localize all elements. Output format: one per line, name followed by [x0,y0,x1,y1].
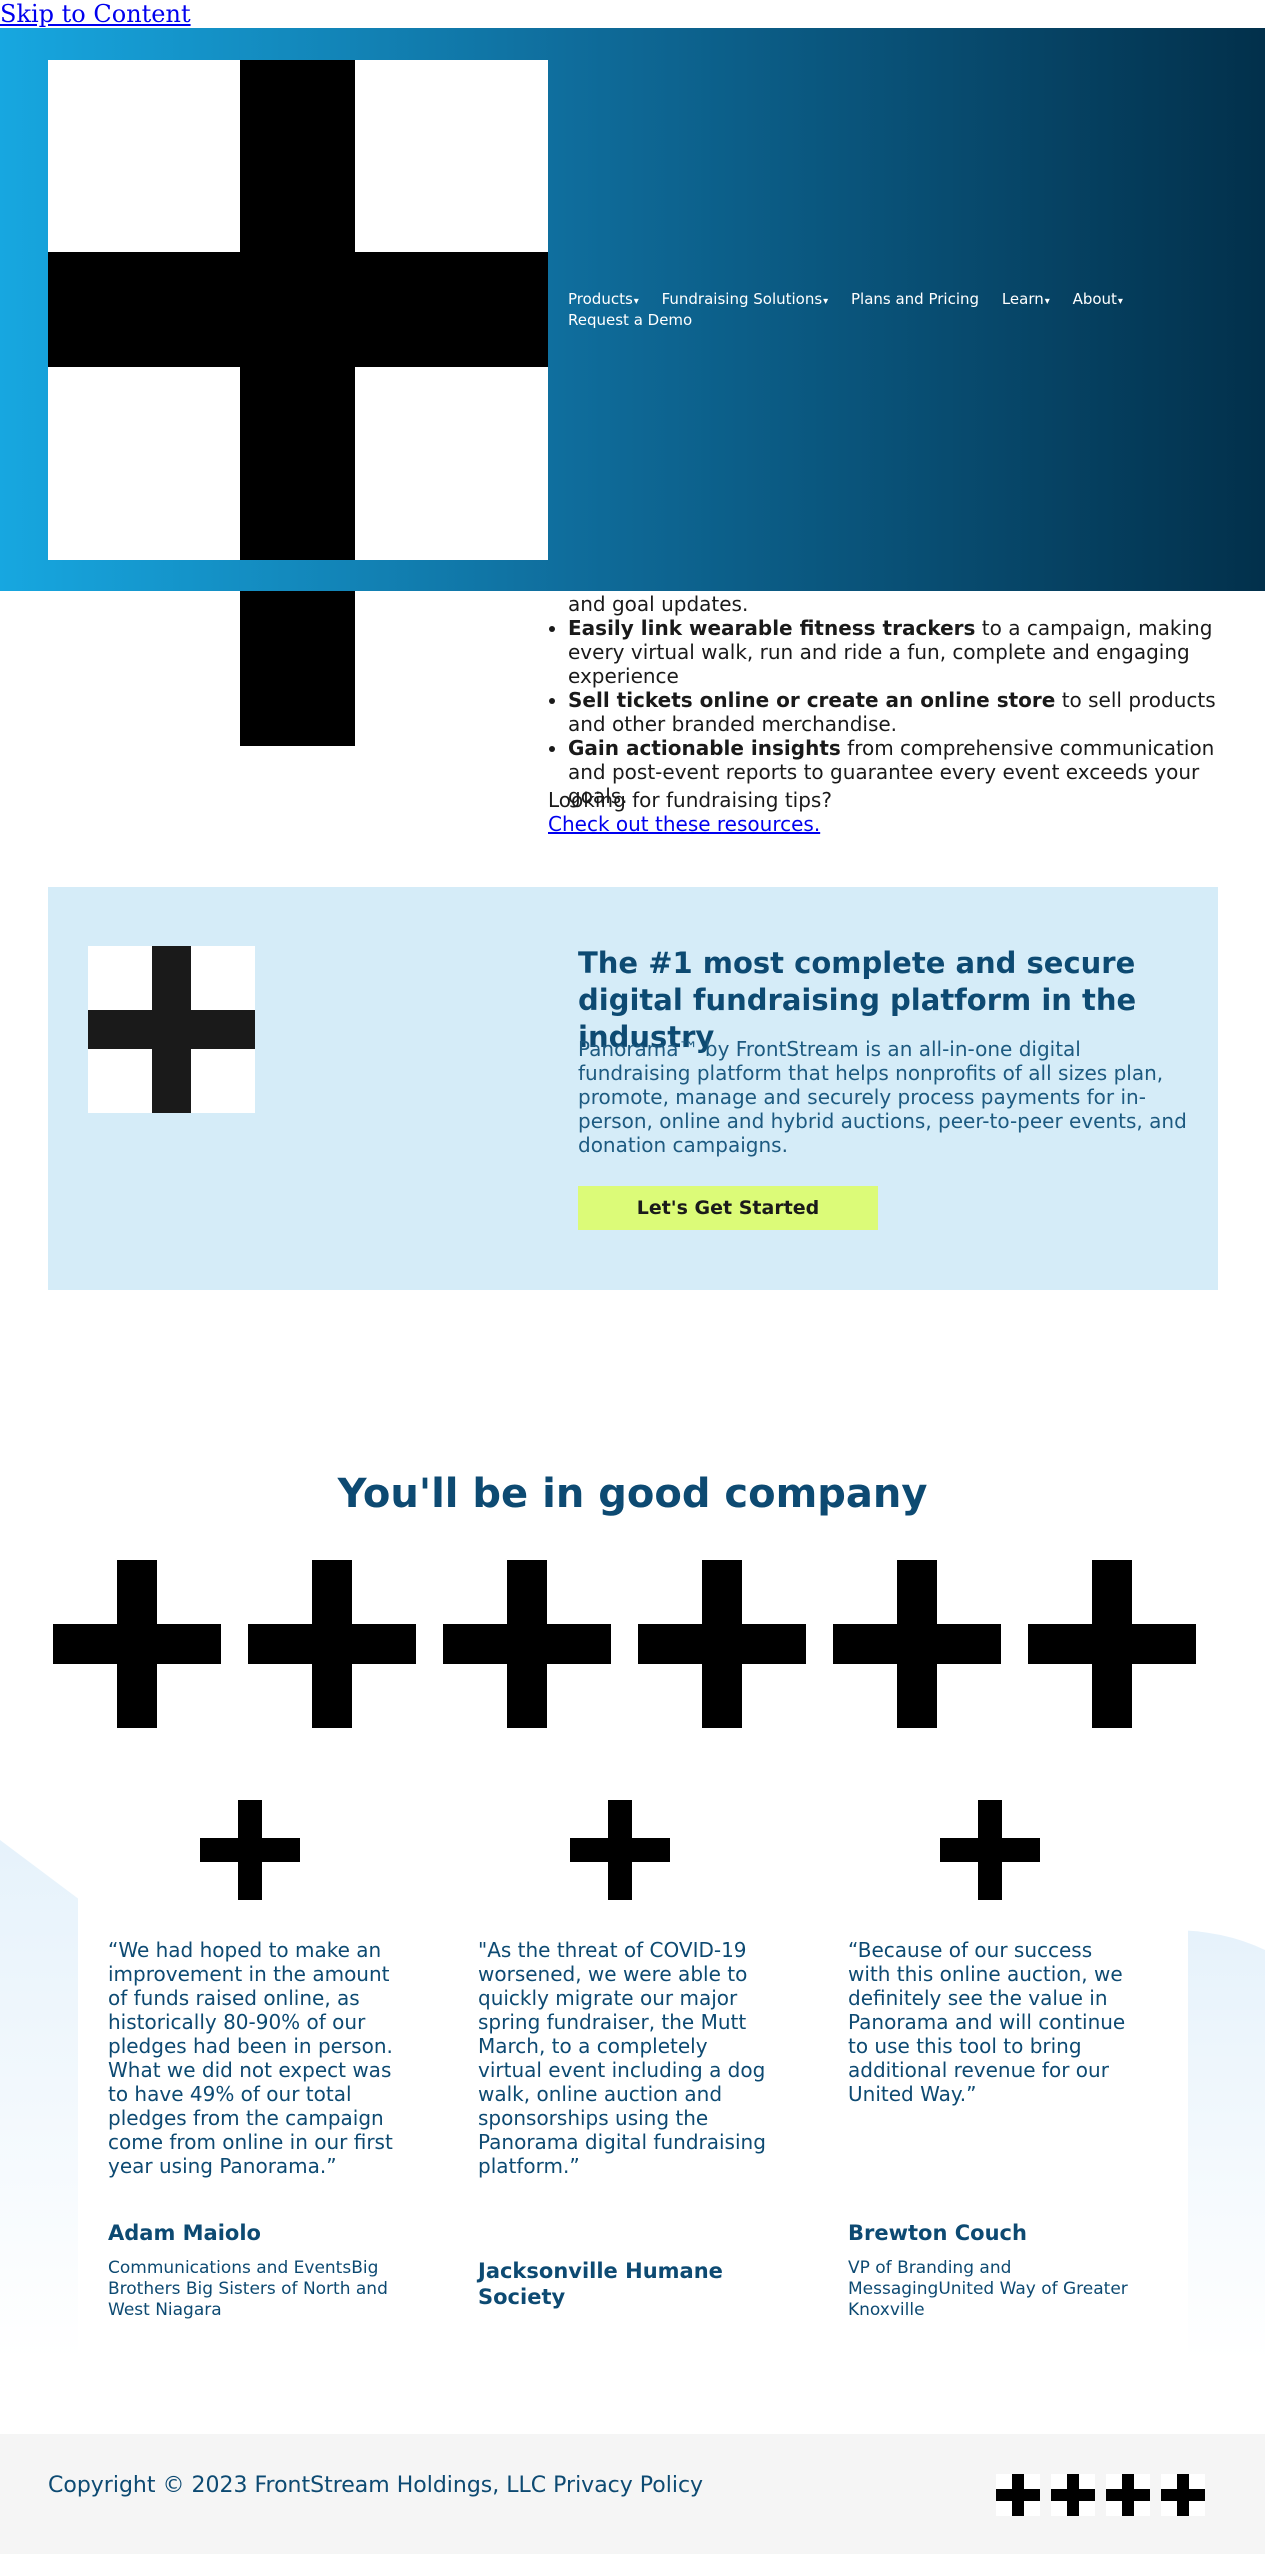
nav-item-about[interactable]: About▾ [1073,290,1123,311]
feature-bold: Sell tickets online or create an online … [568,688,1056,712]
resources-link[interactable]: Check out these resources. [548,812,832,836]
feature-item: Easily link wearable fitness trackers to… [568,616,1228,688]
nav-item-label: Learn [1001,290,1044,308]
site-footer: Copyright © 2023 FrontStream Holdings, L… [0,2434,1265,2554]
social-icon[interactable] [1161,2474,1205,2516]
good-company-title: You'll be in good company [337,1471,928,1517]
chevron-down-icon: ▾ [633,296,639,307]
feature-partial-line: and goal updates. [568,592,749,616]
header-logo-image[interactable] [48,60,548,560]
testimonial-quote: “Because of our success with this online… [848,1938,1126,2106]
testimonial-image [570,1800,670,1900]
nav-item-label: Plans and Pricing [850,290,980,308]
testimonial-card: “Because of our success with this online… [818,1772,1188,2362]
tips-block: Looking for fundraising tips? Check out … [548,788,832,836]
site-header: Products▾ Fundraising Solutions▾ Plans a… [0,28,1265,591]
testimonial-role: Communications and EventsBig Brothers Bi… [108,2258,388,2320]
client-logo [833,1560,1001,1728]
testimonial-name: Brewton Couch [848,2221,1027,2245]
main-nav: Products▾ Fundraising Solutions▾ Plans a… [568,290,1208,330]
client-logo [248,1560,416,1728]
client-logo [53,1560,221,1728]
testimonial-role: VP of Branding and MessagingUnited Way o… [848,2258,1128,2320]
nav-item-label: About [1072,290,1117,308]
client-logo [638,1560,806,1728]
skip-to-content-link[interactable]: Skip to Content [0,0,191,28]
get-started-button[interactable]: Let's Get Started [578,1186,878,1230]
privacy-policy-link[interactable]: Privacy Policy [553,2473,703,2498]
testimonial-image [200,1800,300,1900]
testimonial-card: “We had hoped to make an improvement in … [78,1772,448,2362]
testimonial-card: "As the threat of COVID-19 worsened, we … [448,1772,818,2362]
feature-list: and goal updates. Easily link wearable f… [548,592,1228,808]
nav-item-learn[interactable]: Learn▾ [1002,290,1050,311]
chevron-down-icon: ▾ [823,296,829,307]
copyright-text: Copyright © 2023 FrontStream Holdings, L… [48,2473,547,2498]
feature-bold: Easily link wearable fitness trackers [568,616,976,640]
nav-item-products[interactable]: Products▾ [568,290,639,311]
social-icon[interactable] [1106,2474,1150,2516]
client-logo [1028,1560,1196,1728]
testimonial-quote: “We had hoped to make an improvement in … [108,1938,393,2178]
feature-item: Sell tickets online or create an online … [568,688,1228,736]
testimonial-quote: "As the threat of COVID-19 worsened, we … [478,1938,766,2178]
testimonial-name: Adam Maiolo [108,2221,261,2245]
tips-text: Looking for fundraising tips? [548,788,832,812]
nav-item-label: Products [568,290,633,308]
feature-bold: Gain actionable insights [568,736,841,760]
nav-item-fundraising-solutions[interactable]: Fundraising Solutions▾ [662,290,829,311]
footer-copyright: Copyright © 2023 FrontStream Holdings, L… [48,2472,703,2500]
nav-item-request-a-demo[interactable]: Request a Demo [568,311,692,330]
nav-item-label: Fundraising Solutions [661,290,823,308]
social-icon[interactable] [1051,2474,1095,2516]
client-logo [443,1560,611,1728]
social-icon[interactable] [996,2474,1040,2516]
chevron-down-icon: ▾ [1044,296,1050,307]
cta-description: Panorama™ by FrontStream is an all-in-on… [578,1037,1187,1157]
chevron-down-icon: ▾ [1117,296,1123,307]
nav-item-plans-and-pricing[interactable]: Plans and Pricing [851,290,979,309]
testimonial-name: Jacksonville Humane Society [478,2259,723,2309]
nav-item-label: Request a Demo [568,311,693,329]
cta-section: The #1 most complete and secure digital … [48,887,1218,1290]
testimonial-image [940,1800,1040,1900]
cta-image [88,946,255,1113]
